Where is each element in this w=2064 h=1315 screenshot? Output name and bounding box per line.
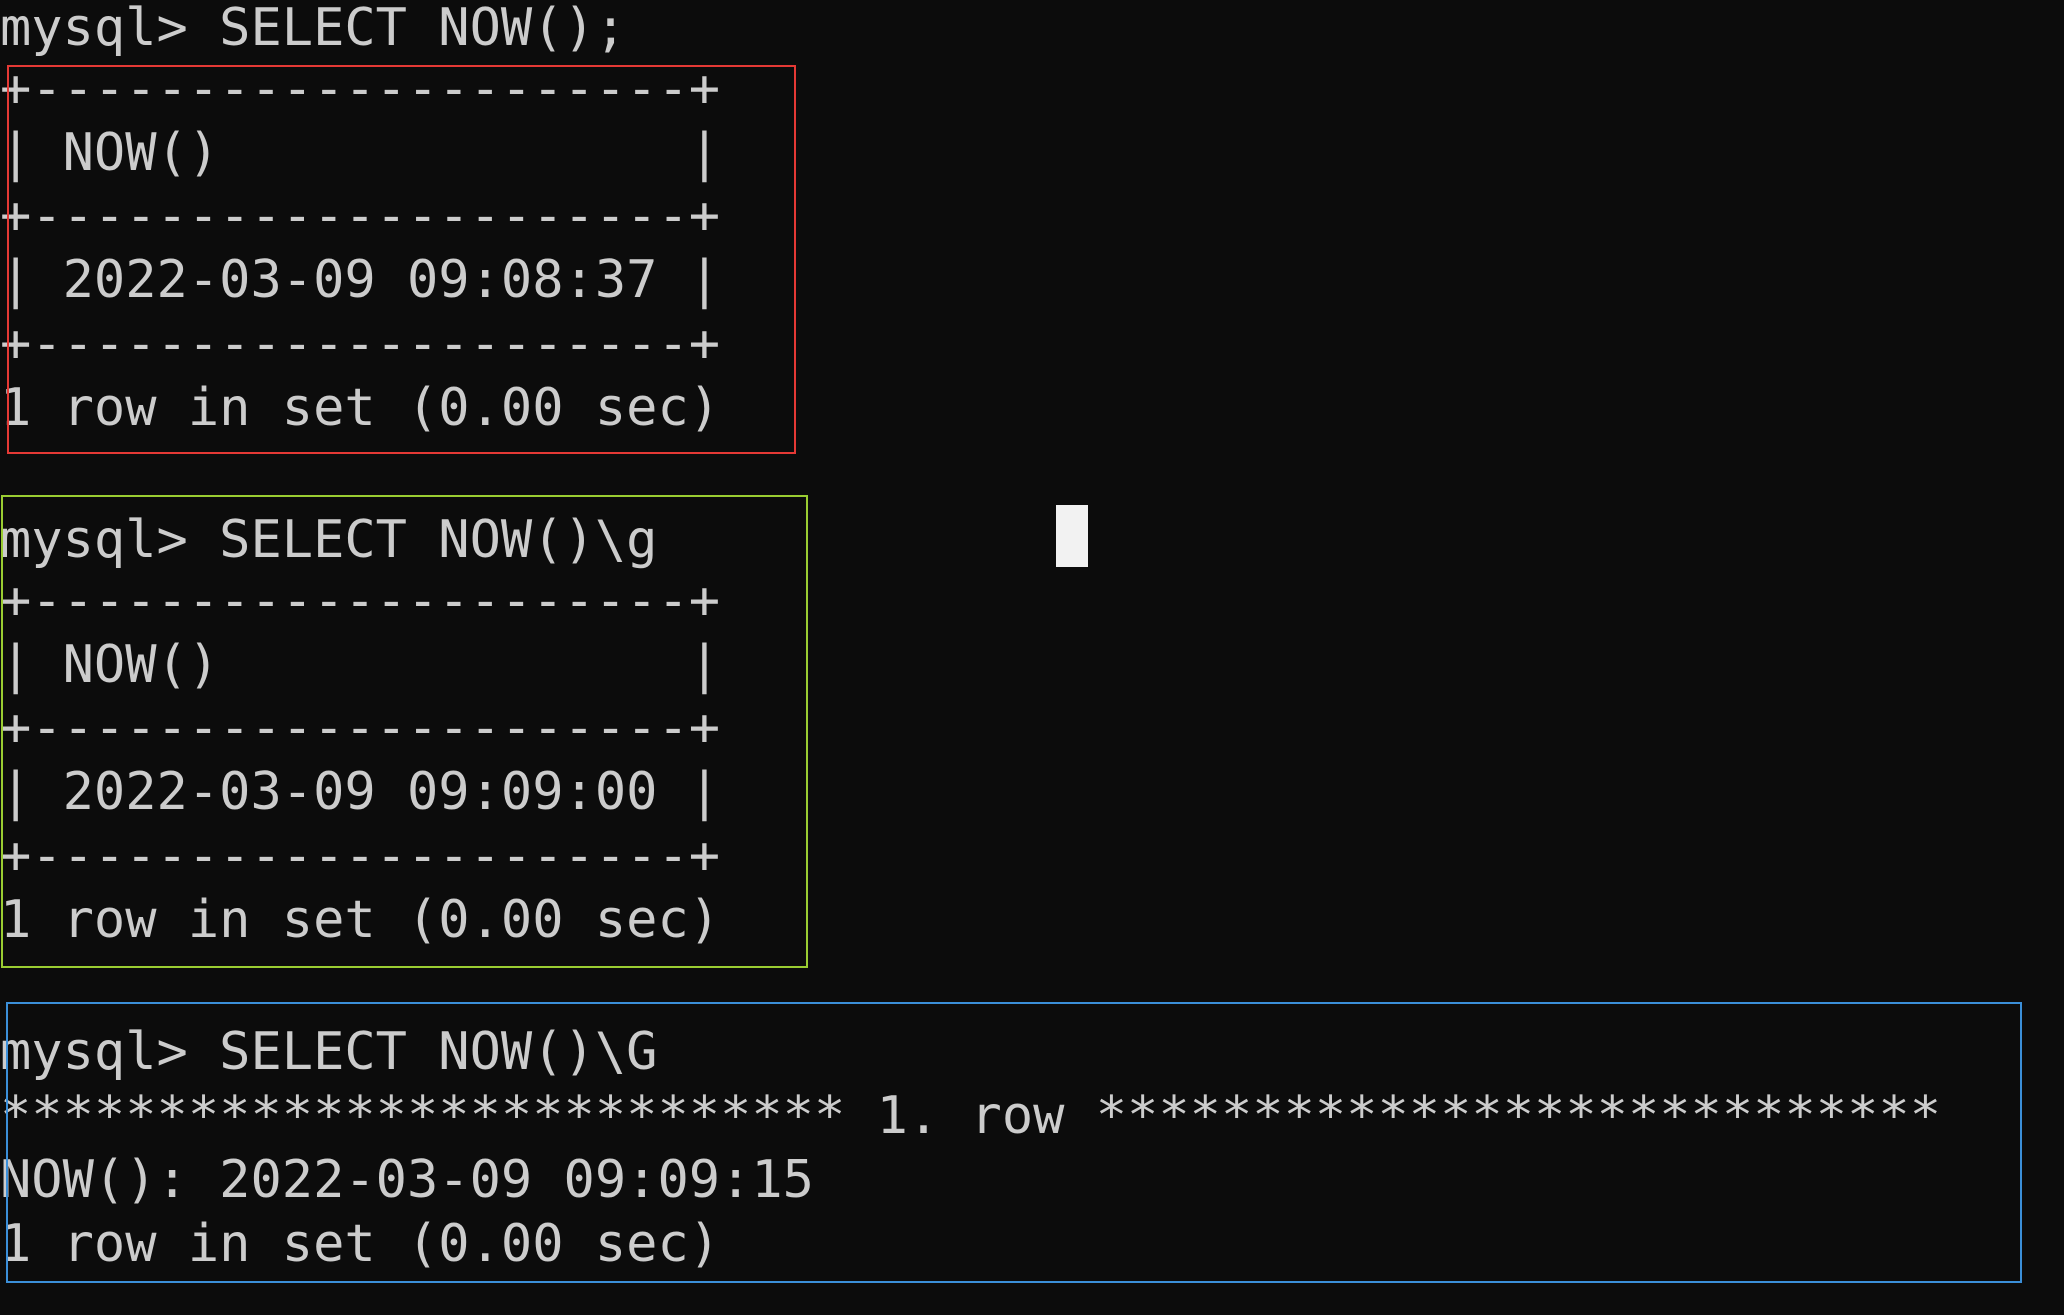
terminal-line: 1 row in set (0.00 sec): [0, 890, 721, 950]
terminal-line: +---------------------+: [0, 826, 721, 886]
terminal-line: | NOW() |: [0, 635, 721, 695]
text-cursor: [1056, 505, 1088, 567]
terminal-line: +---------------------+: [0, 186, 721, 246]
terminal-line: *************************** 1. row *****…: [0, 1086, 1942, 1146]
terminal-line: 1 row in set (0.00 sec): [0, 378, 721, 438]
terminal-line: +---------------------+: [0, 571, 721, 631]
terminal-window[interactable]: mysql> SELECT NOW(); +------------------…: [0, 0, 2064, 1315]
terminal-line: mysql> SELECT NOW()\G: [0, 1022, 658, 1082]
terminal-line: +---------------------+: [0, 59, 721, 119]
terminal-line: 1 row in set (0.00 sec): [0, 1214, 721, 1274]
terminal-line: mysql> SELECT NOW()\g: [0, 510, 658, 570]
terminal-line: | 2022-03-09 09:08:37 |: [0, 250, 721, 310]
terminal-line: mysql> SELECT NOW();: [0, 0, 627, 58]
terminal-line: | 2022-03-09 09:09:00 |: [0, 762, 721, 822]
terminal-line: +---------------------+: [0, 314, 721, 374]
terminal-line: NOW(): 2022-03-09 09:09:15: [0, 1150, 814, 1210]
terminal-line: +---------------------+: [0, 698, 721, 758]
terminal-line: | NOW() |: [0, 123, 721, 183]
